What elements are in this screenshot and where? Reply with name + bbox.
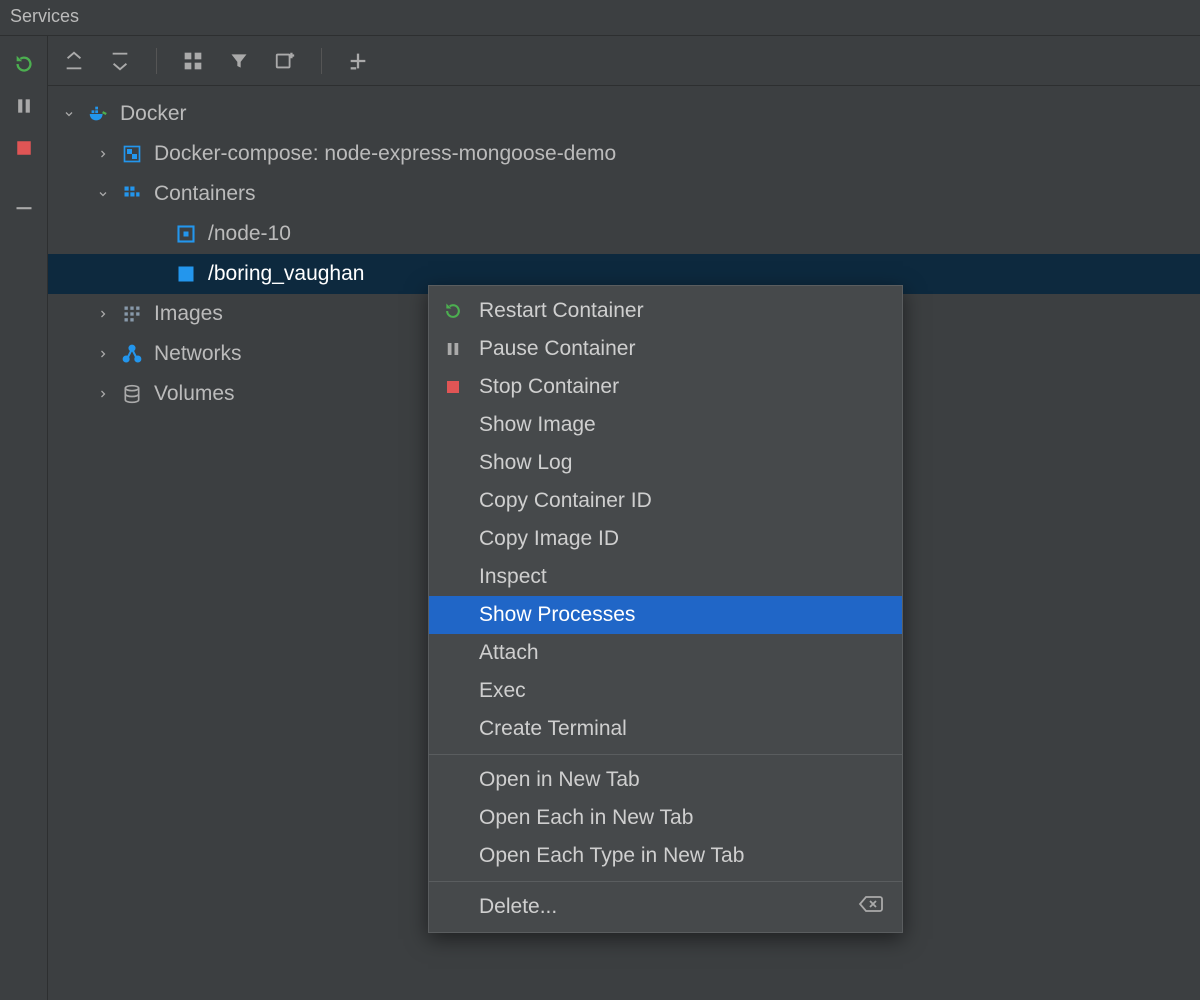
blank-icon [441,768,465,792]
tree-label: /boring_vaughan [208,262,364,286]
toolbar-separator [156,48,157,74]
volumes-icon [120,382,144,406]
tree-item-containers[interactable]: Containers [48,174,1200,214]
stop-icon [441,375,465,399]
restart-button[interactable] [12,52,36,76]
ctx-label: Open Each in New Tab [479,806,693,830]
pause-icon [441,337,465,361]
ctx-show-processes[interactable]: Show Processes [429,596,902,634]
context-menu: Restart Container Pause Container Stop C… [428,285,903,933]
chevron-right-icon[interactable] [96,388,110,400]
containers-icon [120,182,144,206]
toolbar-separator [321,48,322,74]
filter-icon[interactable] [227,49,251,73]
chevron-down-icon[interactable] [96,188,110,200]
images-icon [120,302,144,326]
new-tab-icon[interactable] [273,49,297,73]
blank-icon [441,679,465,703]
ctx-copy-container-id[interactable]: Copy Container ID [429,482,902,520]
ctx-label: Attach [479,641,539,665]
container-running-icon [174,262,198,286]
ctx-label: Exec [479,679,526,703]
ctx-label: Show Image [479,413,596,437]
delete-key-icon [858,894,884,920]
ctx-delete[interactable]: Delete... [429,888,902,926]
tree-label: Docker [120,102,187,126]
blank-icon [441,717,465,741]
stop-button[interactable] [12,136,36,160]
ctx-copy-image-id[interactable]: Copy Image ID [429,520,902,558]
ctx-label: Open Each Type in New Tab [479,844,744,868]
docker-icon [86,102,110,126]
ctx-label: Restart Container [479,299,644,323]
left-action-rail [0,36,48,1000]
blank-icon [441,806,465,830]
ctx-inspect[interactable]: Inspect [429,558,902,596]
blank-icon [441,489,465,513]
add-icon[interactable] [346,49,370,73]
blank-icon [441,413,465,437]
ctx-open-new-tab[interactable]: Open in New Tab [429,761,902,799]
panel-title: Services [0,0,1200,36]
menu-separator [429,881,902,882]
ctx-label: Create Terminal [479,717,627,741]
tree-label: Networks [154,342,242,366]
tree-label: Volumes [154,382,235,406]
menu-separator [429,754,902,755]
blank-icon [441,527,465,551]
blank-icon [441,565,465,589]
ctx-label: Show Log [479,451,572,475]
ctx-label: Copy Container ID [479,489,652,513]
toolbar [48,36,1200,86]
blank-icon [441,451,465,475]
blank-icon [441,603,465,627]
chevron-right-icon[interactable] [96,148,110,160]
ctx-attach[interactable]: Attach [429,634,902,672]
pause-button[interactable] [12,94,36,118]
tree-label: Docker-compose: node-express-mongoose-de… [154,142,616,166]
tree-label: Images [154,302,223,326]
container-running-icon [174,222,198,246]
ctx-label: Delete... [479,895,557,919]
chevron-down-icon[interactable] [62,108,76,120]
blank-icon [441,844,465,868]
ctx-restart-container[interactable]: Restart Container [429,292,902,330]
tree-label: Containers [154,182,256,206]
ctx-exec[interactable]: Exec [429,672,902,710]
blank-icon [441,895,465,919]
restart-icon [441,299,465,323]
chevron-right-icon[interactable] [96,308,110,320]
minimize-button[interactable] [12,196,36,220]
tree-item-container[interactable]: /node-10 [48,214,1200,254]
ctx-open-each-new-tab[interactable]: Open Each in New Tab [429,799,902,837]
ctx-label: Show Processes [479,603,635,627]
expand-all-icon[interactable] [62,49,86,73]
compose-icon [120,142,144,166]
chevron-right-icon[interactable] [96,348,110,360]
layout-icon[interactable] [181,49,205,73]
ctx-stop-container[interactable]: Stop Container [429,368,902,406]
ctx-create-terminal[interactable]: Create Terminal [429,710,902,748]
ctx-show-log[interactable]: Show Log [429,444,902,482]
ctx-open-each-type-new-tab[interactable]: Open Each Type in New Tab [429,837,902,875]
blank-icon [441,641,465,665]
ctx-pause-container[interactable]: Pause Container [429,330,902,368]
ctx-label: Pause Container [479,337,635,361]
tree-item-compose[interactable]: Docker-compose: node-express-mongoose-de… [48,134,1200,174]
ctx-label: Open in New Tab [479,768,640,792]
ctx-show-image[interactable]: Show Image [429,406,902,444]
tree-item-docker[interactable]: Docker [48,94,1200,134]
networks-icon [120,342,144,366]
tree-label: /node-10 [208,222,291,246]
collapse-all-icon[interactable] [108,49,132,73]
ctx-label: Inspect [479,565,547,589]
ctx-label: Copy Image ID [479,527,619,551]
ctx-label: Stop Container [479,375,619,399]
